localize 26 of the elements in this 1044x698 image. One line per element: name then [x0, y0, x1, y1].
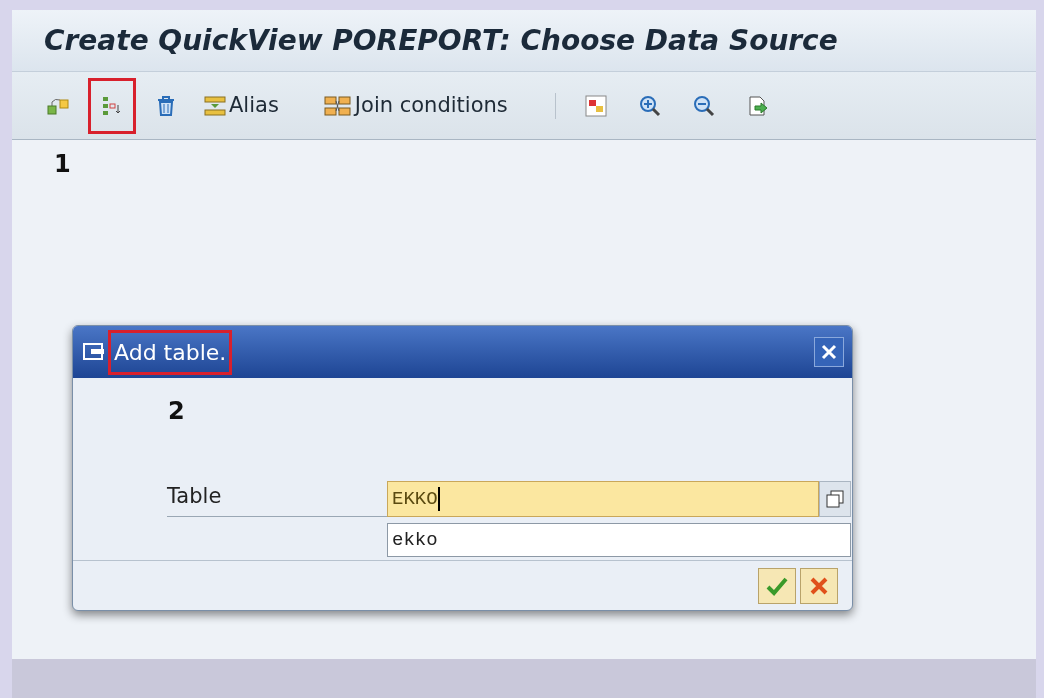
- zoom-out-icon: [692, 94, 715, 117]
- copy-icon: [826, 490, 844, 508]
- toolbar-button[interactable]: Join conditions: [315, 85, 515, 126]
- value-help-button[interactable]: [819, 481, 851, 517]
- step-number: 1: [54, 149, 71, 180]
- window-title: Create QuickView POREPORT: Choose Data Source: [44, 22, 838, 59]
- suggestion-item[interactable]: ekko: [388, 524, 850, 556]
- confirm-button[interactable]: [758, 567, 796, 604]
- toolbar-button[interactable]: Alias: [196, 85, 286, 126]
- dialog-title: Add table.: [108, 329, 233, 375]
- cancel-icon: [810, 576, 828, 595]
- join-icon: [322, 94, 353, 117]
- window-icon: [83, 342, 105, 362]
- step-number: 2: [168, 396, 185, 427]
- trash-icon: [156, 94, 176, 117]
- close-button[interactable]: [814, 337, 844, 367]
- alias-icon: [203, 94, 227, 117]
- check-icon: [766, 575, 788, 596]
- toolbar-button[interactable]: [88, 77, 136, 134]
- close-icon: [821, 344, 837, 360]
- tree-icon: [101, 94, 123, 117]
- export-icon: [746, 94, 769, 117]
- zoom-in-icon: [638, 94, 661, 117]
- table-input[interactable]: EKKO: [387, 481, 819, 517]
- cancel-button[interactable]: [800, 567, 838, 604]
- layout-icon: [584, 94, 607, 117]
